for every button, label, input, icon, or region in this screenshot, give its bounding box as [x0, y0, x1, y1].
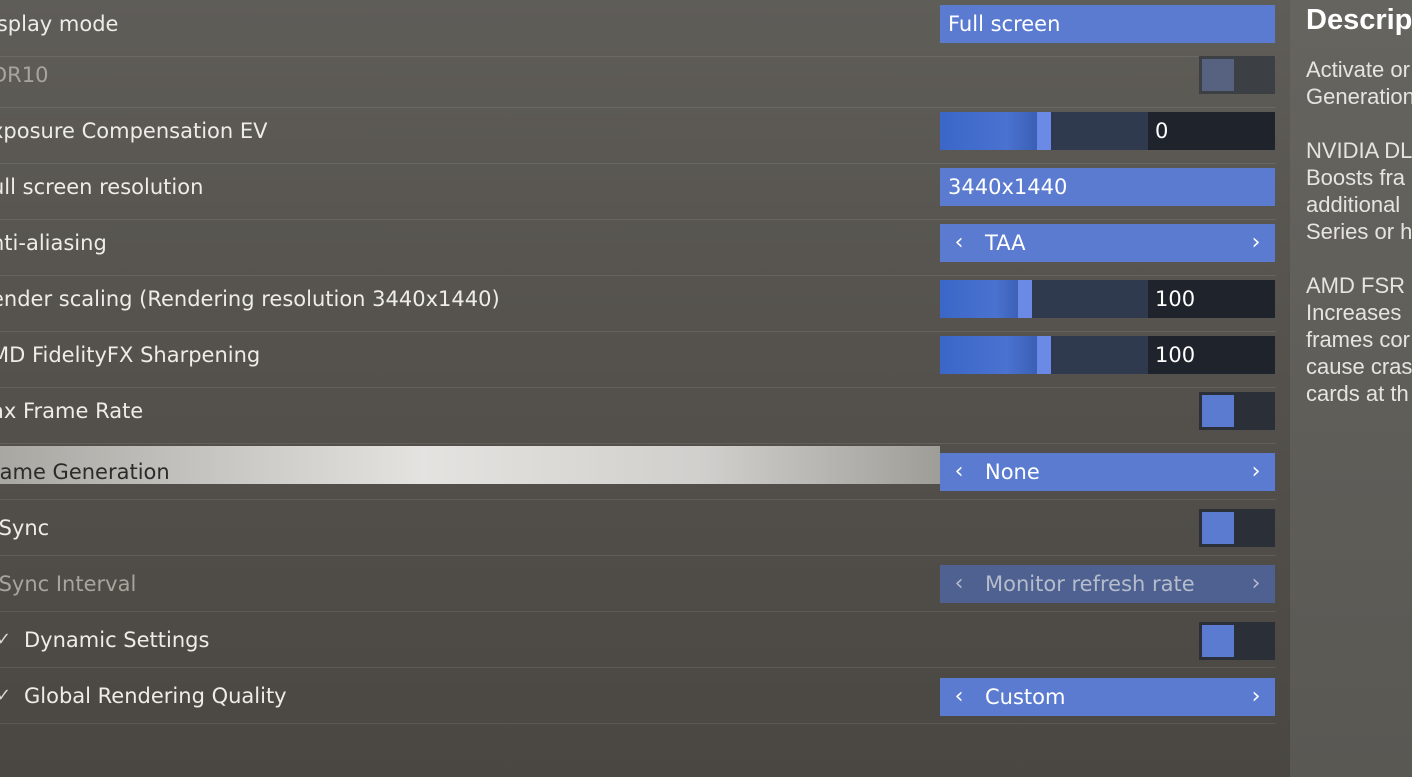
resolution-label: ull screen resolution: [0, 175, 204, 199]
slider-track[interactable]: [940, 280, 1148, 318]
sharpening-label: MD FidelityFX Sharpening: [0, 343, 261, 367]
slider-track[interactable]: [940, 336, 1148, 374]
description-line: Generation: [1306, 84, 1412, 109]
hdr10-toggle: [1199, 56, 1275, 94]
chevron-left-icon[interactable]: ‹: [944, 224, 974, 262]
exposure-label: xposure Compensation EV: [0, 119, 268, 143]
vsync-label: -Sync: [0, 516, 50, 540]
hdr10-label: DR10: [0, 63, 49, 87]
row-resolution[interactable]: ull screen resolution 3440x1440: [0, 163, 1276, 220]
anti-aliasing-value: TAA: [985, 231, 1026, 255]
toggle-knob: [1202, 59, 1234, 91]
global-quality-value: Custom: [985, 685, 1066, 709]
display-mode-field[interactable]: Full screen: [940, 5, 1275, 43]
chevron-left-icon[interactable]: ‹: [944, 453, 974, 491]
description-line: Series or h: [1306, 219, 1412, 244]
vsync-interval-value: Monitor refresh rate: [985, 572, 1195, 596]
description-line: additional: [1306, 192, 1401, 217]
slider-thumb[interactable]: [1037, 112, 1051, 150]
description-line: Boosts fra: [1306, 165, 1406, 190]
chevron-left-icon: ‹: [954, 571, 964, 596]
chevron-right-icon[interactable]: ›: [1241, 453, 1271, 491]
row-frame-generation[interactable]: rame Generation ‹ None ›: [0, 443, 1276, 500]
toggle-knob: [1202, 625, 1234, 657]
vsync-interval-label: -Sync Interval: [0, 572, 137, 596]
sharpening-value[interactable]: 100: [1148, 336, 1275, 374]
slider-track[interactable]: [940, 112, 1148, 150]
description-line: cause cras: [1306, 354, 1412, 379]
vsync-interval-selector: ‹ Monitor refresh rate ›: [940, 565, 1275, 603]
render-scaling-value[interactable]: 100: [1148, 280, 1275, 318]
row-vsync-interval: -Sync Interval ‹ Monitor refresh rate ›: [0, 555, 1276, 612]
expand-icon[interactable]: ✓: [0, 672, 11, 720]
sharpening-slider[interactable]: 100: [940, 336, 1275, 374]
row-vsync[interactable]: -Sync: [0, 499, 1276, 556]
description-title: Descrip: [1306, 4, 1412, 36]
description-line: Increases: [1306, 300, 1402, 325]
max-frame-rate-label: ax Frame Rate: [0, 399, 144, 423]
frame-generation-label: rame Generation: [0, 460, 170, 484]
row-anti-aliasing[interactable]: nti-aliasing ‹ TAA ›: [0, 219, 1276, 276]
description-paragraph-2: NVIDIA DLS Boosts fra additional Series …: [1306, 137, 1412, 245]
exposure-value[interactable]: 0: [1148, 112, 1275, 150]
row-render-scaling[interactable]: ender scaling (Rendering resolution 3440…: [0, 275, 1276, 332]
row-dynamic-settings[interactable]: ✓ Dynamic Settings: [0, 611, 1276, 668]
exposure-slider[interactable]: 0: [940, 112, 1275, 150]
description-line: frames cor: [1306, 327, 1410, 352]
render-scaling-label: ender scaling (Rendering resolution 3440…: [0, 287, 500, 311]
description-line: Activate or: [1306, 57, 1410, 82]
dynamic-settings-label: Dynamic Settings: [24, 628, 210, 652]
description-paragraph-1: Activate or Generation: [1306, 56, 1412, 110]
slider-fill: [940, 336, 1051, 374]
display-mode-label: isplay mode: [0, 12, 119, 36]
slider-fill: [940, 112, 1051, 150]
anti-aliasing-label: nti-aliasing: [0, 231, 107, 255]
row-display-mode[interactable]: isplay mode Full screen: [0, 0, 1276, 57]
render-scaling-slider[interactable]: 100: [940, 280, 1275, 318]
slider-thumb[interactable]: [1037, 336, 1051, 374]
vsync-toggle[interactable]: [1199, 509, 1275, 547]
description-line: AMD FSR 3: [1306, 273, 1412, 298]
global-quality-selector[interactable]: ‹ Custom ›: [940, 678, 1275, 716]
toggle-knob: [1202, 395, 1234, 427]
chevron-right-icon: ›: [1251, 571, 1261, 596]
description-line: NVIDIA DLS: [1306, 138, 1412, 163]
row-sharpening[interactable]: MD FidelityFX Sharpening 100: [0, 331, 1276, 388]
anti-aliasing-selector[interactable]: ‹ TAA ›: [940, 224, 1275, 262]
description-paragraph-3: AMD FSR 3 Increases frames cor cause cra…: [1306, 272, 1412, 407]
frame-generation-value: None: [985, 460, 1040, 484]
chevron-left-icon[interactable]: ‹: [944, 678, 974, 716]
frame-generation-selector[interactable]: ‹ None ›: [940, 453, 1275, 491]
chevron-right-icon[interactable]: ›: [1241, 678, 1271, 716]
dynamic-settings-toggle[interactable]: [1199, 622, 1275, 660]
toggle-knob: [1202, 512, 1234, 544]
row-hdr10: DR10: [0, 51, 1276, 108]
description-panel: Descrip Activate or Generation NVIDIA DL…: [1290, 0, 1412, 777]
row-max-frame-rate[interactable]: ax Frame Rate: [0, 387, 1276, 444]
expand-icon[interactable]: ✓: [0, 616, 11, 664]
max-frame-rate-toggle[interactable]: [1199, 392, 1275, 430]
row-exposure[interactable]: xposure Compensation EV 0: [0, 107, 1276, 164]
global-quality-label: Global Rendering Quality: [24, 684, 287, 708]
description-line: cards at th: [1306, 381, 1409, 406]
chevron-right-icon[interactable]: ›: [1241, 224, 1271, 262]
slider-thumb[interactable]: [1018, 280, 1032, 318]
settings-list: isplay mode Full screen DR10 xposure Com…: [0, 0, 1290, 777]
resolution-field[interactable]: 3440x1440: [940, 168, 1275, 206]
row-global-quality[interactable]: ✓ Global Rendering Quality ‹ Custom ›: [0, 667, 1276, 724]
